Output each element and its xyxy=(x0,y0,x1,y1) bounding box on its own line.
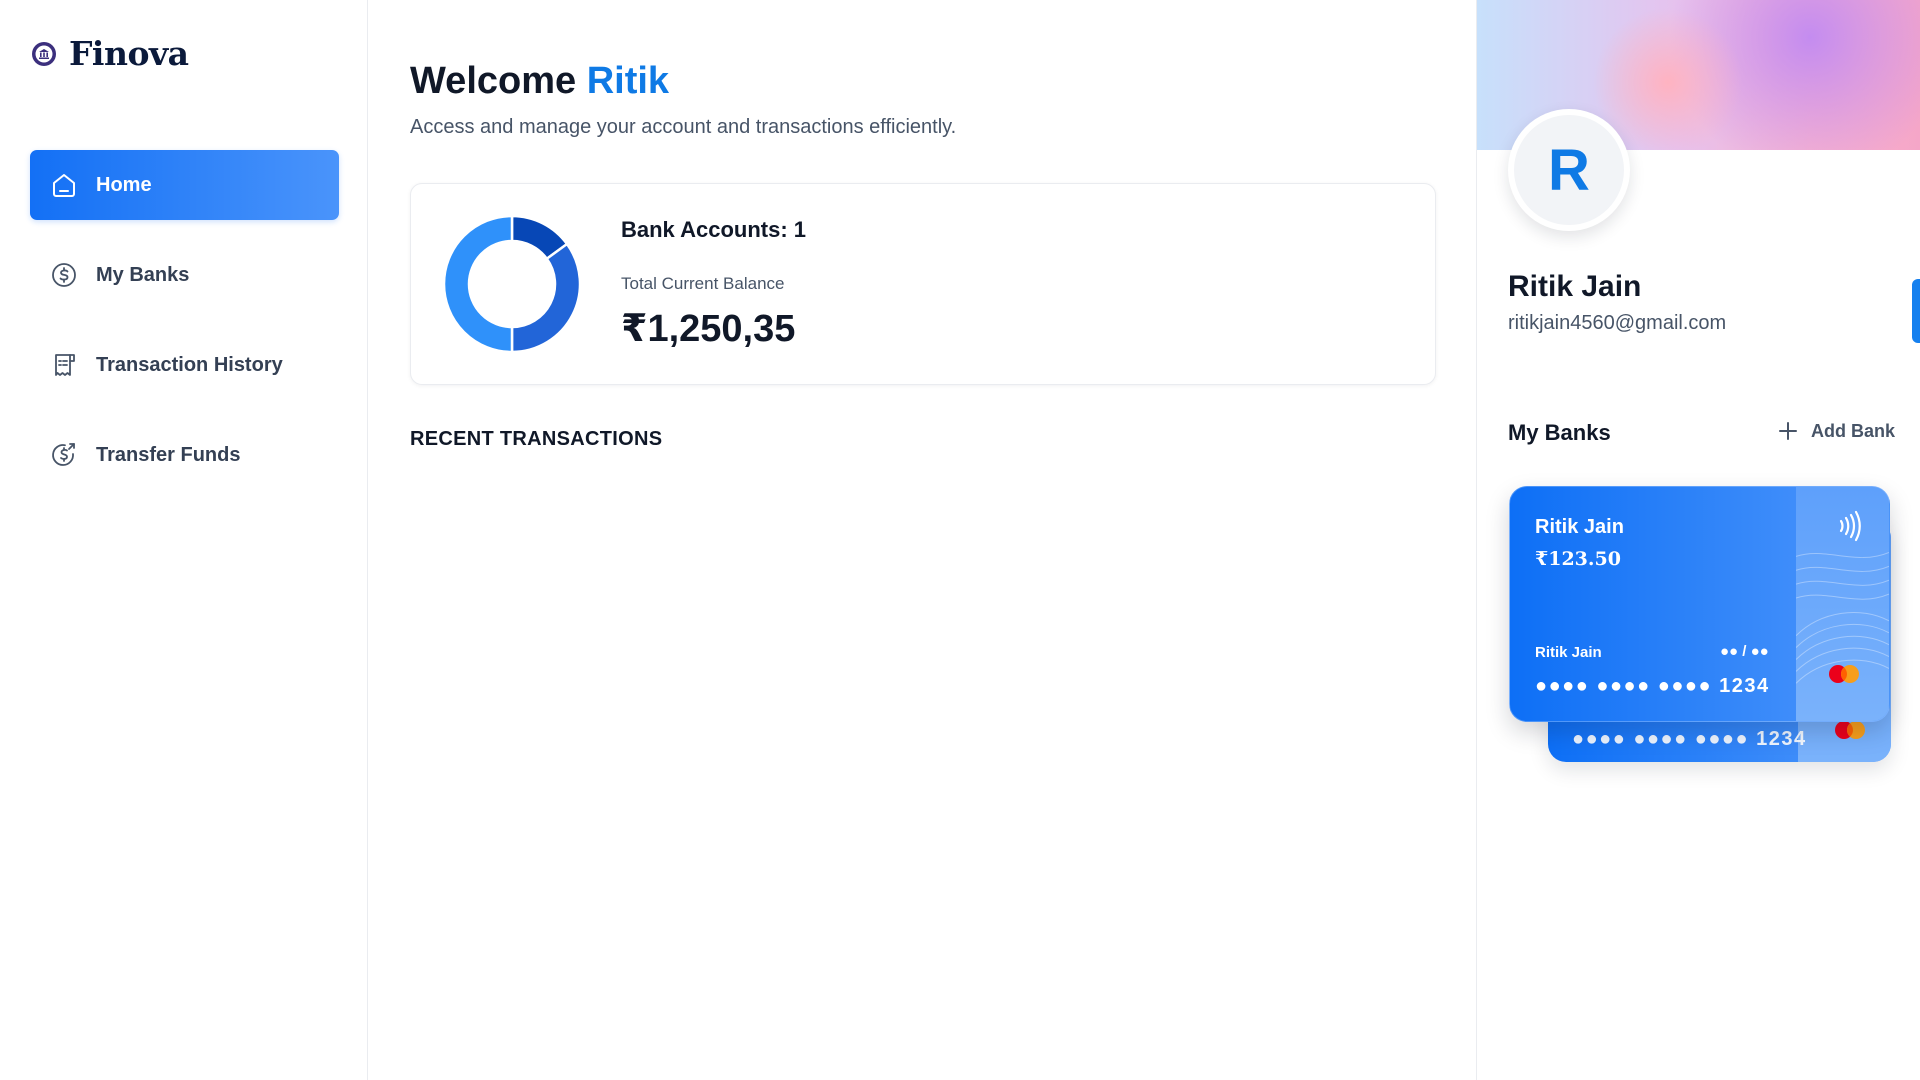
total-balance-value: ₹1,250,35 xyxy=(621,308,796,350)
profile-name: Ritik Jain xyxy=(1508,270,1642,303)
sidebar-item-label: My Banks xyxy=(96,263,190,286)
avatar-circle: R xyxy=(1514,115,1624,225)
card-balance: ₹123.50 xyxy=(1535,548,1621,570)
profile-panel: R Ritik Jain ritikjain4560@gmail.com My … xyxy=(1476,0,1920,1080)
dollar-circle-icon xyxy=(49,260,79,290)
main-content: Welcome Ritik Access and manage your acc… xyxy=(369,0,1476,1080)
avatar[interactable]: R xyxy=(1508,109,1630,231)
panel-edge-tab[interactable] xyxy=(1912,279,1920,343)
page-title: Welcome Ritik xyxy=(410,60,669,103)
sidebar-item-my-banks[interactable]: My Banks xyxy=(30,240,339,310)
card-holder-name: Ritik Jain xyxy=(1535,516,1624,538)
bank-icon xyxy=(32,41,56,66)
contactless-icon xyxy=(1839,510,1861,542)
sidebar-nav: Home My Banks Transaction History Transf… xyxy=(30,150,339,510)
page-subtitle: Access and manage your account and trans… xyxy=(410,116,957,138)
profile-email: ritikjain4560@gmail.com xyxy=(1508,312,1727,334)
add-bank-label: Add Bank xyxy=(1811,420,1896,441)
mastercard-icon xyxy=(1829,665,1859,683)
sidebar-item-transaction-history[interactable]: Transaction History xyxy=(30,330,339,400)
avatar-initial: R xyxy=(1548,137,1590,203)
sidebar-item-label: Transfer Funds xyxy=(96,443,241,466)
welcome-prefix: Welcome xyxy=(410,60,577,102)
sidebar-item-transfer-funds[interactable]: Transfer Funds xyxy=(30,420,339,490)
total-balance-label: Total Current Balance xyxy=(621,274,785,293)
bank-accounts-count: Bank Accounts: 1 xyxy=(621,217,807,242)
card-expiry: ●● / ●● xyxy=(1720,643,1769,660)
donut-slice-2 xyxy=(442,214,514,354)
sidebar-item-label: Transaction History xyxy=(96,353,283,376)
sidebar: Finova Home My Banks Transaction History… xyxy=(0,0,368,1080)
brand-name: Finova xyxy=(69,34,189,73)
my-banks-title: My Banks xyxy=(1508,420,1611,445)
card-number: ●●●● ●●●● ●●●● 1234 xyxy=(1572,728,1807,750)
balance-donut-chart xyxy=(442,214,582,354)
brand[interactable]: Finova xyxy=(31,34,189,73)
sidebar-item-label: Home xyxy=(96,173,152,196)
plus-icon xyxy=(1779,422,1797,440)
donut-slice-1 xyxy=(510,242,582,354)
recent-transactions-title: RECENT TRANSACTIONS xyxy=(410,428,663,450)
receipt-icon xyxy=(49,350,79,380)
bank-card-primary[interactable]: Ritik Jain ₹123.50 Ritik Jain ●● / ●● ●●… xyxy=(1509,486,1890,722)
card-number: ●●●● ●●●● ●●●● 1234 xyxy=(1535,675,1770,697)
money-send-icon xyxy=(49,440,79,470)
home-icon xyxy=(49,170,79,200)
sidebar-item-home[interactable]: Home xyxy=(30,150,339,220)
total-balance-card: Bank Accounts: 1 Total Current Balance ₹… xyxy=(410,183,1436,385)
welcome-user-name: Ritik xyxy=(586,60,670,102)
add-bank-button[interactable]: Add Bank xyxy=(1777,420,1895,442)
card-holder-name-small: Ritik Jain xyxy=(1535,644,1602,661)
